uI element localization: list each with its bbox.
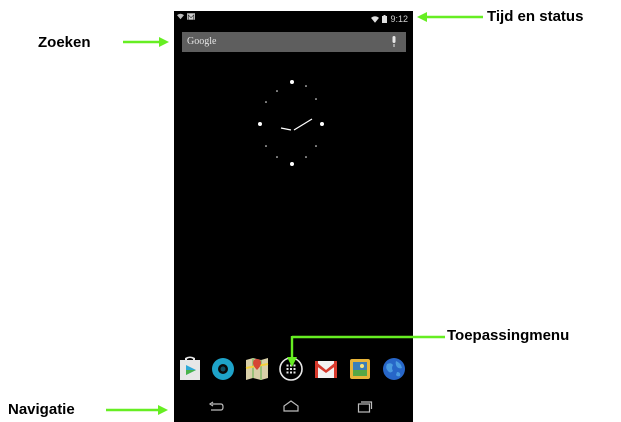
clock-tick-4 (315, 145, 317, 147)
microphone-icon[interactable] (390, 36, 398, 48)
clock-tick-2 (315, 98, 317, 100)
clock-tick-9 (258, 122, 262, 126)
clock-tick-7 (276, 156, 278, 158)
navigation-bar (174, 391, 413, 422)
status-time: 9:12 (390, 14, 408, 24)
clock-tick-10 (265, 101, 267, 103)
clock-tick-6 (290, 162, 294, 166)
clock-tick-8 (265, 145, 267, 147)
gmail-notification-icon (187, 13, 195, 20)
status-right-icons: 9:12 (371, 14, 408, 24)
clock-tick-1 (305, 85, 307, 87)
clock-minute-hand (293, 118, 313, 131)
home-icon[interactable] (282, 400, 300, 412)
status-bar: 9:12 (174, 11, 413, 29)
clock-tick-5 (305, 156, 307, 158)
maps-icon[interactable] (244, 355, 270, 381)
wifi-icon (371, 15, 380, 23)
analog-clock-widget[interactable] (250, 71, 336, 171)
apps-menu-arrow (287, 335, 445, 367)
wifi-question-icon (177, 13, 184, 20)
navigation-arrow (106, 405, 168, 415)
status-left-icons (177, 13, 195, 20)
search-arrow (123, 37, 169, 47)
play-store-icon[interactable] (177, 355, 203, 381)
apps-menu-callout: Toepassingmenu (447, 327, 570, 344)
clock-tick-11 (276, 90, 278, 92)
clock-tick-12 (290, 80, 294, 84)
google-search-bar[interactable]: Google (182, 32, 406, 52)
navigation-callout: Navigatie (8, 401, 75, 418)
clock-hour-hand (280, 127, 292, 131)
camera-lens-icon[interactable] (210, 355, 236, 381)
search-label: Google (187, 36, 217, 47)
recent-apps-icon[interactable] (357, 400, 373, 413)
battery-icon (382, 15, 388, 23)
back-icon[interactable] (208, 401, 224, 413)
time-status-callout: Tijd en status (487, 8, 584, 25)
search-callout: Zoeken (38, 34, 91, 51)
time-status-arrow (417, 12, 483, 22)
clock-tick-3 (320, 122, 324, 126)
